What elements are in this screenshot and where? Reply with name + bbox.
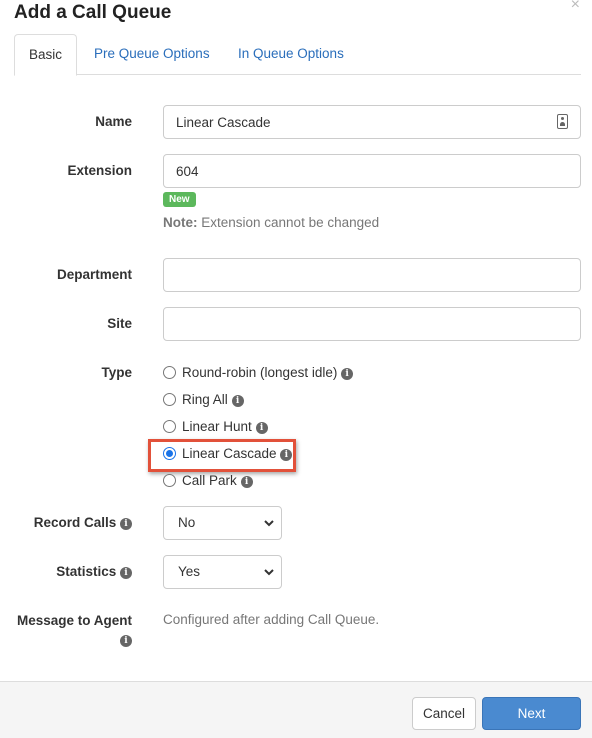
site-input[interactable] bbox=[163, 307, 581, 341]
statistics-select[interactable]: Yes bbox=[163, 555, 282, 589]
message-to-agent-label: Message to Agent bbox=[16, 613, 132, 628]
extension-note: Note: Extension cannot be changed bbox=[163, 215, 379, 230]
note-text: Extension cannot be changed bbox=[197, 215, 380, 230]
type-label: Type bbox=[101, 365, 132, 380]
note-prefix: Note: bbox=[163, 215, 198, 230]
record-calls-value: No bbox=[178, 515, 196, 530]
close-icon[interactable]: × bbox=[571, 0, 580, 14]
site-label: Site bbox=[107, 316, 132, 331]
type-option-round-robin[interactable]: Round-robin (longest idle) i bbox=[163, 365, 354, 383]
cancel-button[interactable]: Cancel bbox=[412, 697, 476, 730]
tab-basic[interactable]: Basic bbox=[14, 34, 78, 76]
radio-button[interactable] bbox=[163, 393, 176, 406]
extension-label: Extension bbox=[67, 163, 132, 178]
info-icon[interactable]: i bbox=[120, 635, 132, 647]
type-option-call-park[interactable]: Call Park i bbox=[163, 473, 253, 491]
statistics-value: Yes bbox=[178, 564, 201, 579]
info-icon[interactable]: i bbox=[120, 567, 132, 579]
extension-input[interactable] bbox=[163, 154, 581, 188]
contact-card-icon[interactable] bbox=[557, 114, 568, 129]
message-to-agent-info: i bbox=[0, 632, 132, 647]
selection-highlight bbox=[148, 439, 296, 472]
record-calls-text: Record Calls bbox=[33, 515, 117, 530]
info-icon[interactable]: i bbox=[231, 395, 244, 407]
type-option-label: Linear Hunt bbox=[182, 419, 252, 434]
department-input[interactable] bbox=[163, 258, 581, 292]
record-calls-select[interactable]: No bbox=[163, 506, 282, 540]
name-input[interactable] bbox=[163, 105, 581, 139]
type-option-label: Round-robin (longest idle) bbox=[182, 365, 338, 380]
modal-title: Add a Call Queue bbox=[14, 2, 172, 23]
next-button[interactable]: Next bbox=[482, 697, 581, 730]
name-label: Name bbox=[95, 114, 132, 129]
chevron-down-icon bbox=[264, 520, 274, 527]
info-icon[interactable]: i bbox=[255, 422, 268, 434]
new-badge: New bbox=[163, 192, 196, 207]
message-to-agent-value: Configured after adding Call Queue. bbox=[163, 612, 380, 627]
info-icon[interactable]: i bbox=[240, 476, 253, 488]
statistics-label: Statistics i bbox=[0, 564, 132, 579]
type-option-label: Call Park bbox=[182, 473, 237, 488]
record-calls-label: Record Calls i bbox=[0, 515, 132, 530]
type-option-linear-hunt[interactable]: Linear Hunt i bbox=[163, 419, 268, 437]
tab-bar: Basic Pre Queue Options In Queue Options bbox=[14, 34, 581, 76]
department-label: Department bbox=[56, 267, 132, 282]
tab-in-queue-options[interactable]: In Queue Options bbox=[224, 34, 358, 75]
radio-button[interactable] bbox=[163, 366, 176, 379]
statistics-text: Statistics bbox=[56, 564, 117, 579]
chevron-down-icon bbox=[264, 569, 274, 576]
info-icon[interactable]: i bbox=[341, 368, 354, 380]
type-option-label: Ring All bbox=[182, 392, 228, 407]
radio-button[interactable] bbox=[163, 420, 176, 433]
type-option-ring-all[interactable]: Ring All i bbox=[163, 392, 244, 410]
tab-pre-queue-options[interactable]: Pre Queue Options bbox=[80, 34, 224, 75]
radio-button[interactable] bbox=[163, 474, 176, 487]
info-icon[interactable]: i bbox=[120, 518, 132, 530]
